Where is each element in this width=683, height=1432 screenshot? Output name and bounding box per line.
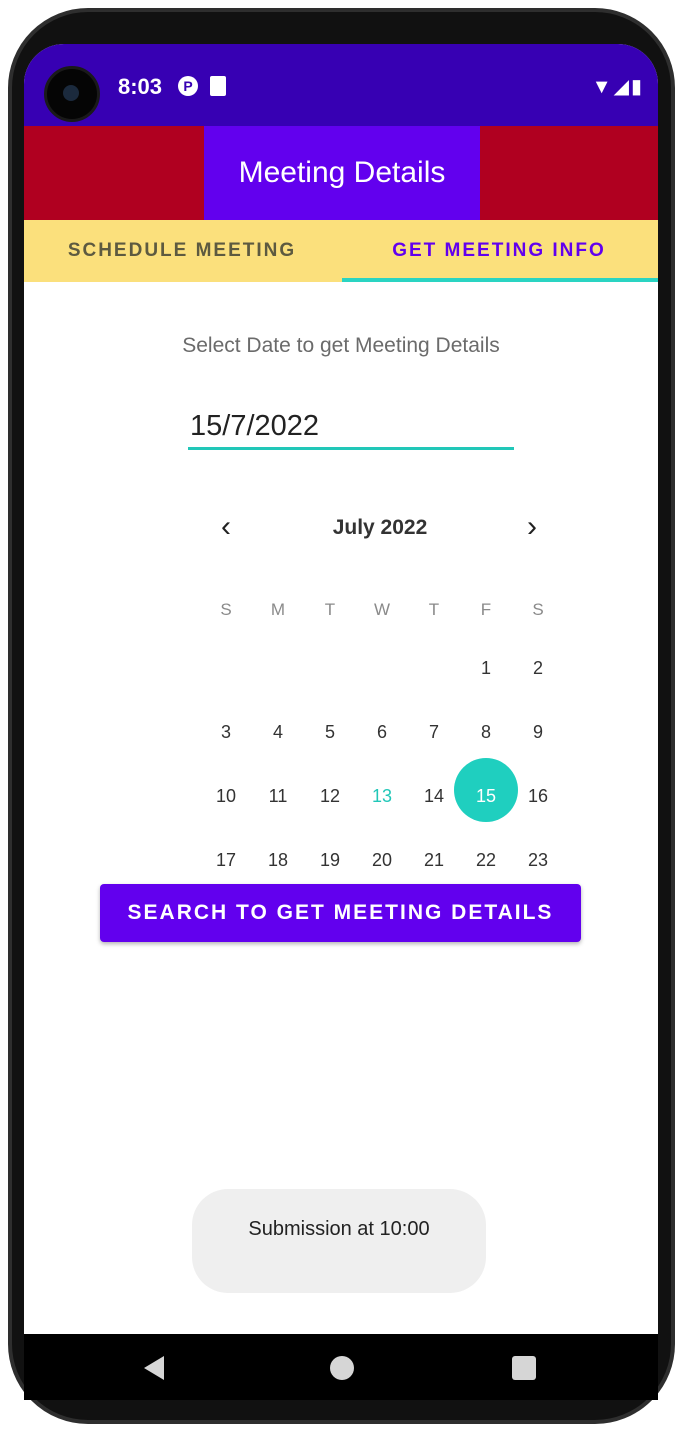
- calendar-day[interactable]: 16: [512, 764, 564, 828]
- day-number: 9: [532, 721, 543, 742]
- calendar-day[interactable]: 19: [304, 828, 356, 892]
- calendar-day[interactable]: 10: [200, 764, 252, 828]
- home-icon[interactable]: [330, 1356, 354, 1380]
- chevron-right-icon: ›: [527, 510, 537, 543]
- recents-icon[interactable]: [512, 1356, 536, 1380]
- p-icon: P: [178, 76, 198, 96]
- empty-day: [356, 636, 408, 700]
- calendar-day[interactable]: 21: [408, 828, 460, 892]
- calendar-day[interactable]: 5: [304, 700, 356, 764]
- tab-bar: SCHEDULE MEETING GET MEETING INFO: [24, 220, 658, 282]
- empty-day: [304, 636, 356, 700]
- day-number: 4: [272, 721, 283, 742]
- day-number: 3: [220, 721, 231, 742]
- calendar-day[interactable]: 13: [356, 764, 408, 828]
- calendar-day[interactable]: 11: [252, 764, 304, 828]
- weekday-label: T: [428, 600, 440, 619]
- calendar-day[interactable]: 2: [512, 636, 564, 700]
- empty-day: [252, 636, 304, 700]
- weekday-label: M: [270, 600, 286, 619]
- day-number: 16: [527, 785, 549, 806]
- status-time: 8:03: [118, 74, 163, 99]
- prev-month-button[interactable]: ‹: [206, 510, 246, 544]
- calendar-day[interactable]: 23: [512, 828, 564, 892]
- calendar-week: 17 18 19 20 21 22 23: [200, 828, 564, 892]
- battery-icon: ▮: [630, 76, 644, 98]
- search-button[interactable]: SEARCH TO GET MEETING DETAILS: [100, 884, 581, 942]
- calendar-day[interactable]: 17: [200, 828, 252, 892]
- signal-icon: ◢: [613, 76, 631, 98]
- date-field[interactable]: [188, 406, 514, 450]
- day-number: 18: [267, 849, 289, 870]
- calendar-day[interactable]: 8: [460, 700, 512, 764]
- tab-get-meeting-info[interactable]: GET MEETING INFO: [340, 220, 658, 282]
- back-icon[interactable]: [144, 1356, 164, 1380]
- tab-indicator: [342, 278, 658, 282]
- calendar-week: 12: [200, 636, 564, 700]
- day-number: 2: [532, 657, 543, 678]
- calendar-day[interactable]: 4: [252, 700, 304, 764]
- day-number: 7: [428, 721, 439, 742]
- day-number: 5: [324, 721, 335, 742]
- day-number: 23: [527, 849, 549, 870]
- month-title: July 2022: [332, 516, 428, 539]
- calendar-grid: S M T W T F S 1 2 3 4 5 6 7 8 9 10 11 12 13 14 15 16 17 18 19 20 21…: [200, 584, 564, 892]
- chevron-left-icon: ‹: [221, 510, 231, 543]
- day-number: 19: [319, 849, 341, 870]
- calendar-week: 3 4 5 6 7 8 9: [200, 700, 564, 764]
- day-number: 12: [319, 785, 341, 806]
- tab-schedule-meeting[interactable]: SCHEDULE MEETING: [24, 220, 340, 282]
- camera-cutout: [44, 66, 100, 122]
- calendar-day[interactable]: 12: [304, 764, 356, 828]
- day-number: 6: [376, 721, 387, 742]
- weekday-label: S: [220, 600, 232, 619]
- weekday-header: SMTWTFS: [200, 584, 564, 636]
- next-month-button[interactable]: ›: [512, 510, 552, 544]
- weekday-label: W: [373, 600, 391, 619]
- weekday-label: S: [532, 600, 544, 619]
- app-title-box: Meeting Details: [204, 126, 480, 220]
- wifi-icon: ▼: [591, 76, 614, 98]
- calendar-day[interactable]: 14: [408, 764, 460, 828]
- weekday-label: T: [324, 600, 336, 619]
- weekday-label: F: [480, 600, 492, 619]
- day-number: 10: [215, 785, 237, 806]
- day-number: 11: [268, 785, 288, 806]
- calendar-day[interactable]: 22: [460, 828, 512, 892]
- navigation-bar: [24, 1334, 658, 1400]
- calendar-day[interactable]: 3: [200, 700, 252, 764]
- day-number: 14: [423, 785, 445, 806]
- day-number: 8: [480, 721, 491, 742]
- sd-card-icon: [210, 76, 226, 96]
- app-title: Meeting Details: [238, 156, 446, 189]
- calendar-day[interactable]: 18: [252, 828, 304, 892]
- calendar-day[interactable]: 9: [512, 700, 564, 764]
- calendar-day[interactable]: 20: [356, 828, 408, 892]
- empty-day: [200, 636, 252, 700]
- day-number: 13: [371, 785, 393, 806]
- day-number: 21: [423, 849, 445, 870]
- system-icons: ▼◢▮: [592, 74, 644, 99]
- day-number: 1: [480, 657, 491, 678]
- date-hint: Select Date to get Meeting Details: [182, 334, 500, 357]
- app-bar: Meeting Details: [24, 126, 658, 220]
- calendar-day[interactable]: 1: [460, 636, 512, 700]
- day-number: 15: [475, 785, 497, 806]
- day-number: 22: [475, 849, 497, 870]
- calendar-week: 10 11 12 13 14 15 16: [200, 758, 564, 828]
- day-number: 17: [215, 849, 237, 870]
- calendar-day[interactable]: 7: [408, 700, 460, 764]
- toast-text: Submission at 10:00: [248, 1218, 430, 1240]
- selected-day[interactable]: 15: [454, 758, 518, 828]
- camera-lens: [63, 85, 79, 101]
- calendar-day[interactable]: 6: [356, 700, 408, 764]
- status-bar: 8:03 P ▼◢▮: [24, 44, 658, 126]
- day-number: 20: [371, 849, 393, 870]
- app-screen: 8:03 P ▼◢▮ Meeting Details SCHEDULE MEET…: [24, 44, 658, 1334]
- empty-day: [408, 636, 460, 700]
- date-picker: ‹ July 2022 › S M T W T F S 1 2 3 4 5 6 7 8 9 10 11 12 13 14…: [200, 506, 564, 886]
- toast-message: Submission at 10:00: [192, 1189, 486, 1293]
